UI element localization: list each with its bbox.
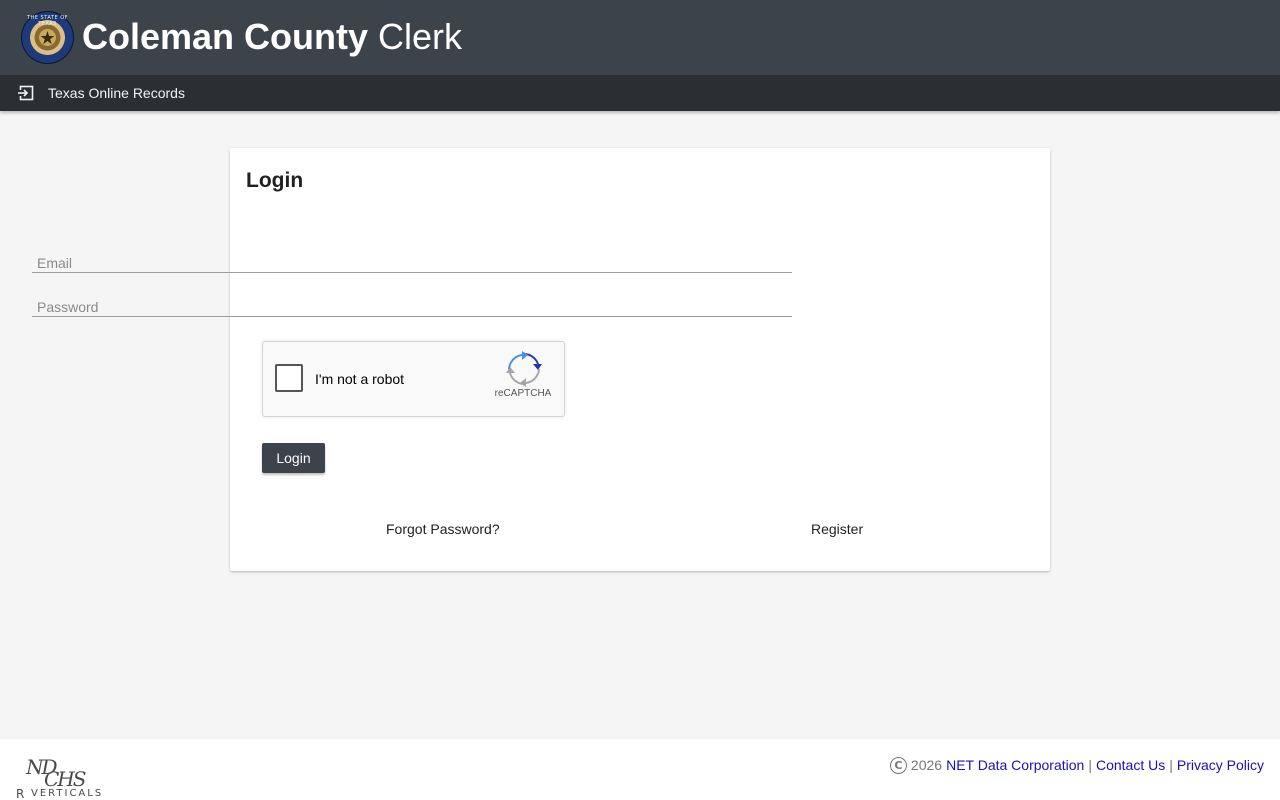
- email-field-wrapper: [32, 243, 792, 273]
- nav-texas-online-records[interactable]: Texas Online Records: [48, 84, 185, 102]
- recaptcha-brand: reCAPTCHA: [494, 388, 552, 399]
- password-field-wrapper: [32, 287, 792, 317]
- login-button[interactable]: Login: [262, 443, 325, 473]
- email-input[interactable]: [32, 243, 792, 272]
- logo-mark-icon: R: [16, 787, 25, 800]
- separator: |: [1169, 757, 1173, 773]
- recaptcha-checkbox[interactable]: [275, 364, 303, 392]
- logo-verticals-text: VERTICALS: [31, 788, 104, 799]
- recaptcha-label: I'm not a robot: [315, 371, 405, 387]
- star-icon: ★: [39, 27, 56, 48]
- forgot-password-link[interactable]: Forgot Password?: [386, 520, 500, 538]
- separator: |: [1088, 757, 1092, 773]
- ndchs-verticals-logo: ND CHS R VERTICALS: [16, 755, 106, 800]
- recaptcha-icon: [506, 351, 542, 387]
- copyright-icon: C: [889, 756, 907, 774]
- site-title: Coleman County Clerk: [82, 16, 462, 58]
- copyright-year: 2026: [910, 757, 943, 773]
- site-title-clerk: Clerk: [378, 16, 463, 57]
- nav-bar: Texas Online Records: [0, 75, 1280, 111]
- net-data-link[interactable]: NET Data Corporation: [946, 757, 1084, 773]
- recaptcha-widget: I'm not a robot reCAPTCHA: [262, 341, 565, 417]
- contact-us-link[interactable]: Contact Us: [1096, 757, 1165, 773]
- texas-seal-logo: THE STATE OF TEXAS ★: [21, 11, 74, 64]
- site-title-county: Coleman County: [82, 16, 369, 57]
- site-header: THE STATE OF TEXAS ★ Coleman County Clerk: [0, 0, 1280, 75]
- login-icon[interactable]: [17, 84, 35, 102]
- footer-links: C 2026 NET Data Corporation | Contact Us…: [889, 755, 1264, 775]
- login-title: Login: [246, 169, 304, 192]
- site-footer: ND CHS R VERTICALS C 2026 NET Data Corpo…: [0, 739, 1280, 800]
- privacy-policy-link[interactable]: Privacy Policy: [1177, 757, 1264, 773]
- register-link[interactable]: Register: [811, 520, 863, 538]
- password-input[interactable]: [32, 287, 792, 316]
